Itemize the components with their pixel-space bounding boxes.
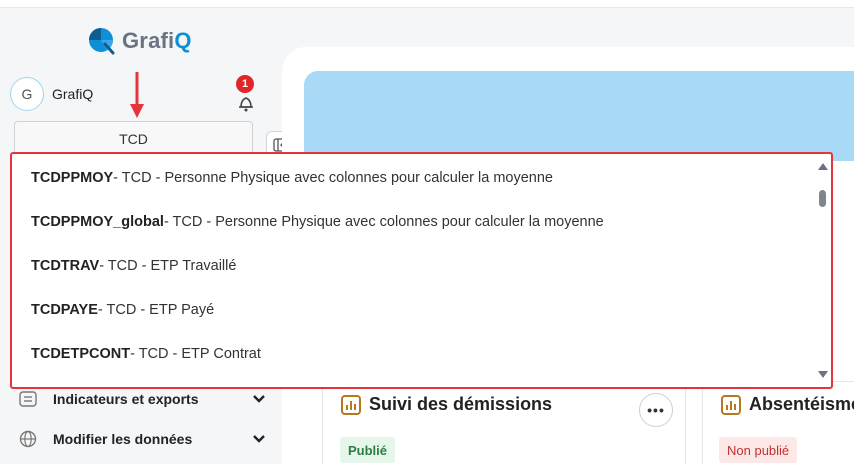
status-badge: Non publié [719,437,798,463]
logo-text: GrafiQ [122,28,192,53]
header-banner [304,71,854,161]
scroll-up-icon[interactable] [818,163,828,170]
list-icon [18,389,38,409]
sidebar-item-indicateurs[interactable]: Indicateurs et exports [18,389,266,409]
dropdown-list: TCDPPMOY - TCD - Personne Physique avec … [14,156,816,381]
card-title: Absentéisme [721,394,854,415]
card-title: Suivi des démissions [341,394,552,415]
avatar[interactable]: G [10,77,44,111]
status-badge: Publié [340,437,396,463]
chevron-down-icon[interactable] [252,391,266,407]
dropdown-option[interactable]: TCDTRAV - TCD - ETP Travaillé [14,244,816,288]
card-title-text: Suivi des démissions [369,394,553,414]
grafiq-logo-icon [88,27,116,55]
top-bar [0,0,854,8]
card-title-text: Absentéisme [749,394,854,414]
user-name: GrafiQ [52,86,94,102]
bar-chart-icon [721,394,741,415]
scrollbar-thumb[interactable] [819,190,826,207]
dropdown-scrollbar[interactable] [815,156,830,382]
dropdown-option[interactable]: TCDPAYE - TCD - ETP Payé [14,288,816,332]
user-profile[interactable]: G GrafiQ [10,77,93,111]
sidebar-item-label: Indicateurs et exports [53,391,199,407]
more-options-button[interactable]: ••• [639,393,673,427]
app-logo: GrafiQ [88,27,192,55]
dropdown-option[interactable]: TCDPPMOY - TCD - Personne Physique avec … [14,156,816,200]
notification-badge: 1 [236,75,254,93]
sidebar-item-label: Modifier les données [53,431,193,447]
dropdown-option[interactable]: TCDETPCONT - TCD - ETP Contrat [14,332,816,376]
globe-icon [18,429,38,449]
sidebar-item-modifier[interactable]: Modifier les données [18,429,266,449]
dropdown-option[interactable]: TCDPPMOY_global - TCD - Personne Physiqu… [14,200,816,244]
scroll-down-icon[interactable] [818,371,828,378]
bar-chart-icon [341,394,361,415]
dataset-select[interactable]: TCD [14,121,253,155]
chevron-down-icon[interactable] [252,431,266,447]
red-arrow-annotation [130,72,144,118]
